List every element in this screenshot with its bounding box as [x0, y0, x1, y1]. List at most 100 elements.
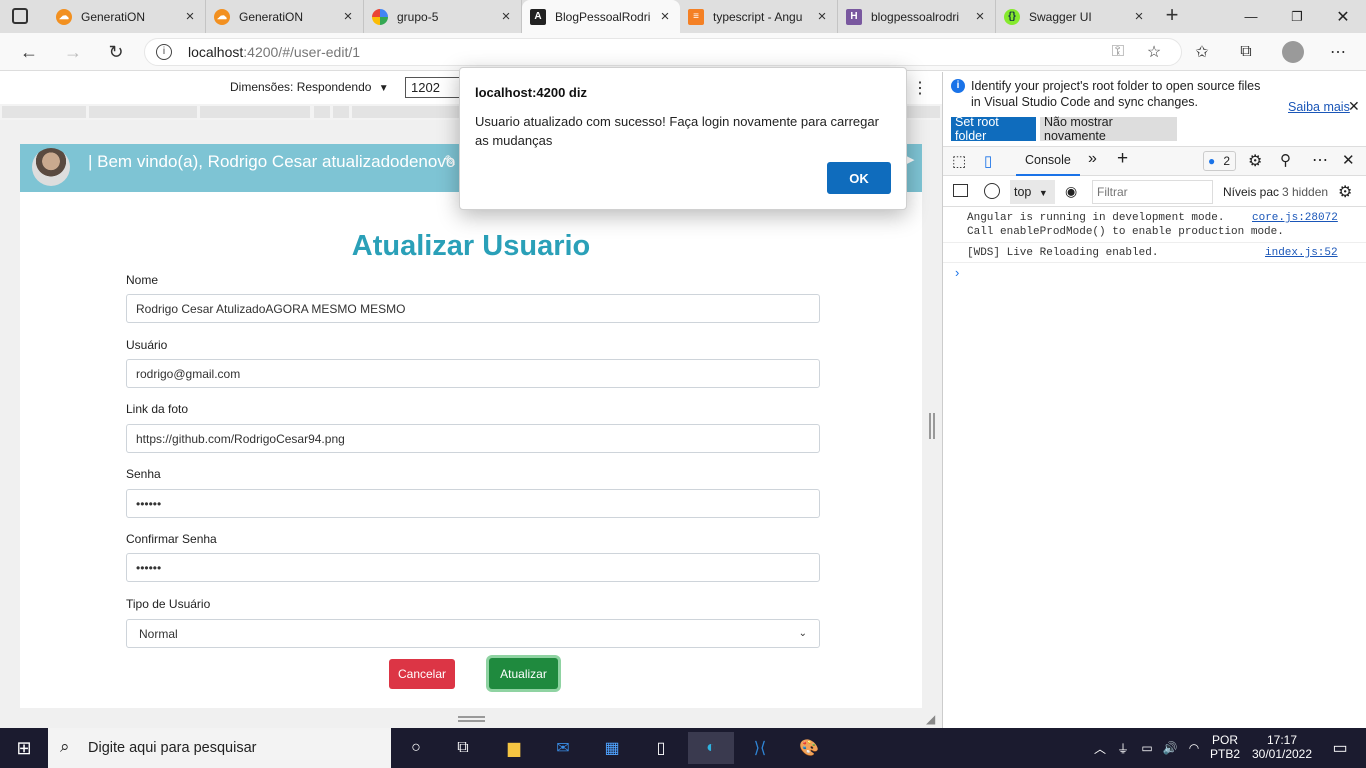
avatar[interactable] — [32, 148, 70, 186]
favorites-icon[interactable]: ✩ — [1188, 40, 1216, 64]
collections-icon[interactable]: ⧉ — [1232, 40, 1260, 64]
usuario-input[interactable] — [126, 359, 820, 388]
taskbar-search[interactable]: Digite aqui para pesquisar — [48, 728, 391, 768]
tab-blogpessoal-heroku[interactable]: H blogpessoalrodri × — [838, 0, 996, 33]
network-drive-icon[interactable]: ⏚ — [1113, 732, 1133, 764]
issues-badge[interactable]: ● 2 — [1203, 151, 1236, 171]
forward-icon[interactable]: → — [58, 40, 88, 64]
cortana-icon[interactable]: ○ — [396, 732, 436, 764]
tab-blogpessoal-active[interactable]: A BlogPessoalRodri × — [522, 0, 680, 33]
vscode-icon[interactable]: ⟩⟨ — [740, 732, 780, 764]
gear-icon[interactable]: ⚙ — [1338, 182, 1352, 202]
add-favorite-icon[interactable]: ☆ — [1140, 40, 1168, 64]
console-source-link[interactable]: index.js:52 — [1265, 247, 1338, 259]
clock[interactable]: 17:17 30/01/2022 — [1248, 733, 1316, 761]
store-icon[interactable]: ▦ — [592, 732, 632, 764]
tab-swagger[interactable]: {} Swagger UI × — [996, 0, 1154, 33]
close-icon[interactable]: ✕ — [1348, 98, 1360, 115]
edit-icon[interactable]: ✎ — [444, 152, 457, 170]
tab-actions-icon[interactable] — [12, 8, 28, 24]
volume-icon[interactable]: 🔊 — [1160, 732, 1180, 764]
device-more-icon[interactable]: ⋮ — [912, 78, 928, 98]
close-icon[interactable]: × — [658, 8, 672, 25]
resize-handle[interactable] — [458, 716, 485, 722]
width-input[interactable]: 1202 — [405, 77, 465, 98]
close-window-button[interactable]: ✕ — [1320, 0, 1366, 33]
tab-typescript[interactable]: ≡ typescript - Angu × — [680, 0, 838, 33]
windows-start-icon[interactable]: ⊞ — [4, 732, 44, 764]
console-message: [WDS] Live Reloading enabled. — [967, 247, 1159, 259]
filter-input[interactable] — [1092, 180, 1213, 204]
set-root-folder-button[interactable]: Set root folder — [951, 115, 1036, 143]
media-segment[interactable] — [200, 106, 310, 118]
close-icon[interactable]: × — [1132, 8, 1146, 25]
info-icon[interactable]: i — [156, 44, 172, 60]
resize-handle-vertical[interactable] — [929, 413, 935, 439]
task-view-icon[interactable]: ⧉ — [443, 732, 483, 764]
tab-grupo-5[interactable]: grupo-5 × — [364, 0, 522, 33]
senha-label: Senha — [126, 467, 161, 481]
media-segment[interactable] — [89, 106, 197, 118]
console-message: Angular is running in development mode. — [967, 212, 1225, 224]
console-prompt-icon[interactable]: › — [955, 265, 959, 280]
refresh-icon[interactable]: ↻ — [101, 40, 131, 64]
gear-icon[interactable]: ⚙ — [1248, 151, 1262, 171]
dimensions-dropdown[interactable]: Dimensões: Respondendo ▼ — [230, 80, 389, 94]
more-options-icon[interactable]: ⋯ — [1312, 150, 1328, 170]
mail-icon[interactable]: ✉ — [543, 732, 583, 764]
tipo-usuario-select[interactable]: Normal ⌄ — [126, 619, 820, 648]
more-tabs-icon[interactable]: » — [1088, 150, 1097, 168]
media-segment[interactable] — [314, 106, 330, 118]
dont-show-button[interactable]: Não mostrar novamente — [1040, 115, 1177, 143]
battery-icon[interactable]: ▭ — [1137, 732, 1157, 764]
close-icon[interactable]: × — [183, 8, 197, 25]
sidebar-toggle-icon[interactable] — [953, 184, 968, 197]
eye-icon[interactable]: ◉ — [1065, 183, 1077, 200]
close-icon[interactable]: × — [815, 8, 829, 25]
key-icon[interactable]: ⚿ — [1104, 40, 1132, 64]
restore-button[interactable]: ❐ — [1274, 0, 1320, 33]
foto-input[interactable] — [126, 424, 820, 453]
edge-icon[interactable]: ◐ — [688, 732, 734, 764]
ok-button[interactable]: OK — [827, 162, 891, 194]
update-button[interactable]: Atualizar — [489, 658, 558, 689]
tab-console[interactable]: Console — [1016, 147, 1080, 176]
file-explorer-icon[interactable]: ▆ — [494, 732, 534, 764]
back-icon[interactable]: ← — [14, 40, 44, 64]
close-icon[interactable]: × — [341, 8, 355, 25]
paint-icon[interactable]: 🎨 — [789, 732, 829, 764]
context-select[interactable]: top ▼ — [1010, 180, 1055, 204]
inspect-icon[interactable]: ⬚ — [952, 152, 966, 170]
more-menu-icon[interactable]: ⋯ — [1324, 40, 1352, 64]
notepad-icon[interactable]: ▯ — [641, 732, 681, 764]
media-segment[interactable] — [2, 106, 86, 118]
senha-input[interactable] — [126, 489, 820, 518]
minimize-button[interactable]: — — [1228, 0, 1274, 33]
new-tab-button[interactable]: + — [1160, 4, 1184, 28]
connect-icon[interactable]: ⚲ — [1280, 151, 1291, 169]
clear-console-icon[interactable] — [984, 183, 1000, 199]
wifi-icon[interactable]: ◠ — [1184, 732, 1204, 764]
media-segment[interactable] — [333, 106, 349, 118]
chevron-right-icon[interactable]: ▶ — [906, 153, 914, 166]
tipo-usuario-label: Tipo de Usuário — [126, 597, 211, 611]
language-indicator[interactable]: POR PTB2 — [1206, 733, 1244, 761]
close-devtools-icon[interactable]: ✕ — [1342, 151, 1355, 169]
close-icon[interactable]: × — [973, 8, 987, 25]
nome-input[interactable] — [126, 294, 820, 323]
url-text[interactable]: localhost:4200/#/user-edit/1 — [188, 44, 360, 60]
confirmar-senha-input[interactable] — [126, 553, 820, 582]
corner-resize-icon[interactable]: ◢ — [926, 712, 935, 726]
tab-generation-2[interactable]: ☁ GeneratiON × — [206, 0, 364, 33]
cancel-button[interactable]: Cancelar — [389, 659, 455, 689]
tab-generation-1[interactable]: ☁ GeneratiON × — [48, 0, 206, 33]
device-emulation-icon[interactable]: ▯ — [984, 152, 992, 170]
levels-dropdown[interactable]: Níveis pac — [1223, 185, 1279, 199]
close-icon[interactable]: × — [499, 8, 513, 25]
console-source-link[interactable]: core.js:28072 — [1252, 212, 1338, 224]
notifications-icon[interactable]: ▭ — [1320, 732, 1360, 764]
tray-chevron-icon[interactable]: ︿ — [1090, 732, 1110, 764]
learn-more-link[interactable]: Saiba mais — [1288, 100, 1350, 114]
add-tab-icon[interactable]: + — [1117, 148, 1128, 170]
profile-avatar[interactable] — [1282, 41, 1304, 63]
